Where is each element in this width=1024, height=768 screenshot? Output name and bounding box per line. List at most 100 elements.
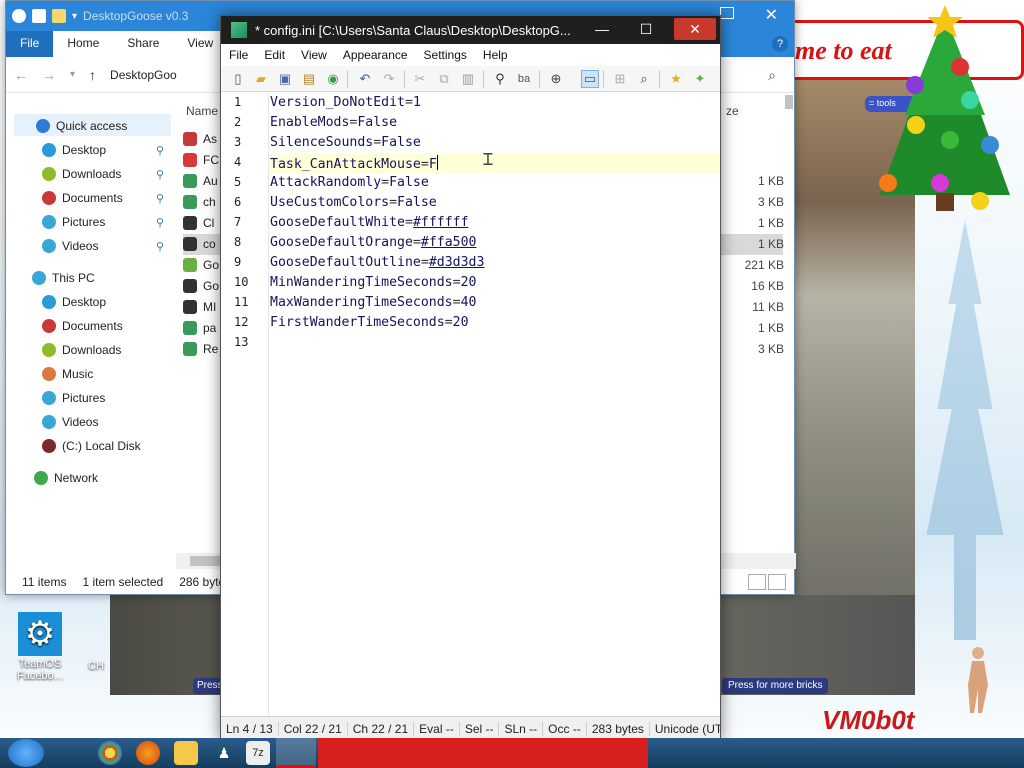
menu-view[interactable]: View bbox=[293, 48, 335, 62]
new-file-icon[interactable]: ▯ bbox=[229, 70, 247, 88]
breadcrumb[interactable]: DesktopGoo bbox=[110, 68, 177, 82]
column-header-name[interactable]: Name bbox=[186, 104, 218, 118]
code-line[interactable]: UseCustomColors=False bbox=[270, 195, 437, 210]
desktop-icon-teamos[interactable]: ⚙ TeamOS Facebo... bbox=[14, 612, 66, 682]
taskbar-notepad-active[interactable] bbox=[276, 738, 316, 768]
back-icon[interactable]: ← bbox=[14, 67, 28, 83]
nav-item-documents[interactable]: Documents bbox=[42, 315, 123, 337]
notepad-titlebar[interactable]: * config.ini [C:\Users\Santa Claus\Deskt… bbox=[221, 16, 720, 44]
nav-item-downloads[interactable]: Downloads bbox=[42, 339, 121, 361]
add-favorite-icon[interactable]: ✦ bbox=[691, 70, 709, 88]
ribbon-tab-share[interactable]: Share bbox=[113, 31, 174, 57]
save-as-icon[interactable]: ▤ bbox=[300, 70, 318, 88]
code-line[interactable]: EnableMods=False bbox=[270, 115, 397, 130]
desktop-icon-second[interactable]: CH bbox=[86, 620, 116, 690]
split-view-icon[interactable]: ⊞ bbox=[611, 70, 629, 88]
nav-item-documents[interactable]: Documents ⚲ bbox=[42, 187, 164, 209]
file-row[interactable]: Cl bbox=[183, 213, 214, 233]
chrome-icon[interactable] bbox=[98, 741, 122, 765]
up-icon[interactable]: ↑ bbox=[89, 67, 96, 83]
code-line[interactable]: SilenceSounds=False bbox=[270, 135, 421, 150]
zoom-search-icon[interactable]: ⊕ bbox=[547, 70, 565, 88]
ribbon-tab-home[interactable]: Home bbox=[53, 31, 114, 57]
code-line[interactable]: MaxWanderingTimeSeconds=40 bbox=[270, 295, 476, 310]
paste-icon[interactable]: ▥ bbox=[459, 70, 477, 88]
file-row[interactable]: As bbox=[183, 129, 217, 149]
zoom-icon[interactable]: ⌕ bbox=[635, 70, 653, 88]
code-line[interactable]: GooseDefaultWhite=#ffffff bbox=[270, 215, 469, 230]
menu-edit[interactable]: Edit bbox=[256, 48, 293, 62]
nav-item-downloads[interactable]: Downloads ⚲ bbox=[42, 163, 164, 185]
menu-file[interactable]: File bbox=[221, 48, 256, 62]
properties-icon[interactable] bbox=[32, 9, 46, 23]
nav-item-desktop[interactable]: Desktop ⚲ bbox=[42, 139, 164, 161]
file-row[interactable]: Re bbox=[183, 339, 218, 359]
minimize-button[interactable]: — bbox=[580, 18, 624, 40]
redo-icon[interactable]: ↷ bbox=[380, 70, 398, 88]
seven-zip-icon[interactable]: 7z bbox=[246, 741, 270, 765]
firefox-icon[interactable] bbox=[136, 741, 160, 765]
file-row[interactable]: Go bbox=[183, 276, 219, 296]
favorites-icon[interactable]: ★ bbox=[667, 70, 685, 88]
code-line[interactable]: AttackRandomly=False bbox=[270, 175, 429, 190]
nav-item-desktop[interactable]: Desktop bbox=[42, 291, 106, 313]
chevron-down-icon[interactable]: ▾ bbox=[72, 11, 77, 22]
help-icon[interactable]: ? bbox=[772, 36, 788, 52]
vertical-scrollbar[interactable] bbox=[782, 95, 796, 545]
details-view-icon[interactable] bbox=[748, 574, 766, 590]
recent-locations-icon[interactable]: ▾ bbox=[70, 69, 75, 80]
ribbon-tab-file[interactable]: File bbox=[6, 31, 54, 57]
nav-item-network[interactable]: Network bbox=[34, 467, 98, 489]
search-icon[interactable]: ⌕ bbox=[768, 67, 776, 84]
find-icon[interactable]: ⚲ bbox=[491, 70, 509, 88]
maximize-icon[interactable] bbox=[720, 7, 734, 19]
nav-item-videos[interactable]: Videos bbox=[42, 411, 98, 433]
word-wrap-icon[interactable]: ▭ bbox=[581, 70, 599, 88]
close-button[interactable]: ✕ bbox=[674, 18, 716, 40]
code-line[interactable]: MinWanderingTimeSeconds=20 bbox=[270, 275, 476, 290]
taskbar-game-window[interactable] bbox=[318, 738, 648, 768]
save-icon[interactable]: ▣ bbox=[276, 70, 294, 88]
copy-icon[interactable]: ⧉ bbox=[435, 70, 453, 88]
replace-icon[interactable]: ba bbox=[515, 70, 533, 88]
view-toggle[interactable] bbox=[746, 574, 786, 590]
goose-app-icon[interactable]: ♟ bbox=[212, 741, 236, 765]
menu-help[interactable]: Help bbox=[475, 48, 516, 62]
notepad-window[interactable]: * config.ini [C:\Users\Santa Claus\Deskt… bbox=[220, 15, 721, 741]
file-row[interactable]: Au bbox=[183, 171, 218, 191]
code-line[interactable]: Task_CanAttackMouse=F bbox=[270, 155, 438, 172]
start-button[interactable] bbox=[8, 739, 44, 767]
nav-item-pictures[interactable]: Pictures bbox=[42, 387, 105, 409]
file-row[interactable]: MI bbox=[183, 297, 216, 317]
nav-item-music[interactable]: Music bbox=[42, 363, 93, 385]
code-line[interactable]: GooseDefaultOutline=#d3d3d3 bbox=[270, 255, 484, 270]
close-icon[interactable]: ✕ bbox=[765, 5, 778, 25]
code-line[interactable]: FirstWanderTimeSeconds=20 bbox=[270, 315, 469, 330]
editor-area[interactable]: 1 2 3 4 5 6 7 8 9 10 11 12 13 Version_DoNotEdit=1 Ena… bbox=[221, 93, 720, 716]
file-explorer-icon[interactable] bbox=[174, 741, 198, 765]
code-line[interactable]: Version_DoNotEdit=1 bbox=[270, 95, 421, 110]
scroll-thumb[interactable] bbox=[785, 95, 793, 109]
menu-appearance[interactable]: Appearance bbox=[335, 48, 416, 62]
browse-icon[interactable]: ◉ bbox=[324, 70, 342, 88]
undo-icon[interactable]: ↶ bbox=[356, 70, 374, 88]
file-row[interactable]: FC bbox=[183, 150, 219, 170]
file-row[interactable]: co bbox=[183, 234, 216, 254]
nav-item-this-pc[interactable]: This PC bbox=[32, 267, 95, 289]
menu-settings[interactable]: Settings bbox=[416, 48, 475, 62]
file-row[interactable]: pa bbox=[183, 318, 216, 338]
large-icons-view-icon[interactable] bbox=[768, 574, 786, 590]
maximize-button[interactable]: ☐ bbox=[624, 18, 668, 40]
cut-icon[interactable]: ✂ bbox=[411, 70, 429, 88]
nav-item-pictures[interactable]: Pictures ⚲ bbox=[42, 211, 164, 233]
new-folder-icon[interactable] bbox=[52, 9, 66, 23]
file-row[interactable]: Go bbox=[183, 255, 219, 275]
column-header-size[interactable]: ze bbox=[726, 104, 739, 118]
file-row[interactable]: ch bbox=[183, 192, 216, 212]
nav-item-c-local-disk[interactable]: (C:) Local Disk bbox=[42, 435, 141, 457]
code-line[interactable]: GooseDefaultOrange=#ffa500 bbox=[270, 235, 476, 250]
forward-icon[interactable]: → bbox=[42, 67, 56, 83]
nav-item-videos[interactable]: Videos ⚲ bbox=[42, 235, 164, 257]
open-folder-icon[interactable]: ▰ bbox=[252, 70, 270, 88]
nav-item-quick-access[interactable]: Quick access bbox=[36, 115, 127, 137]
